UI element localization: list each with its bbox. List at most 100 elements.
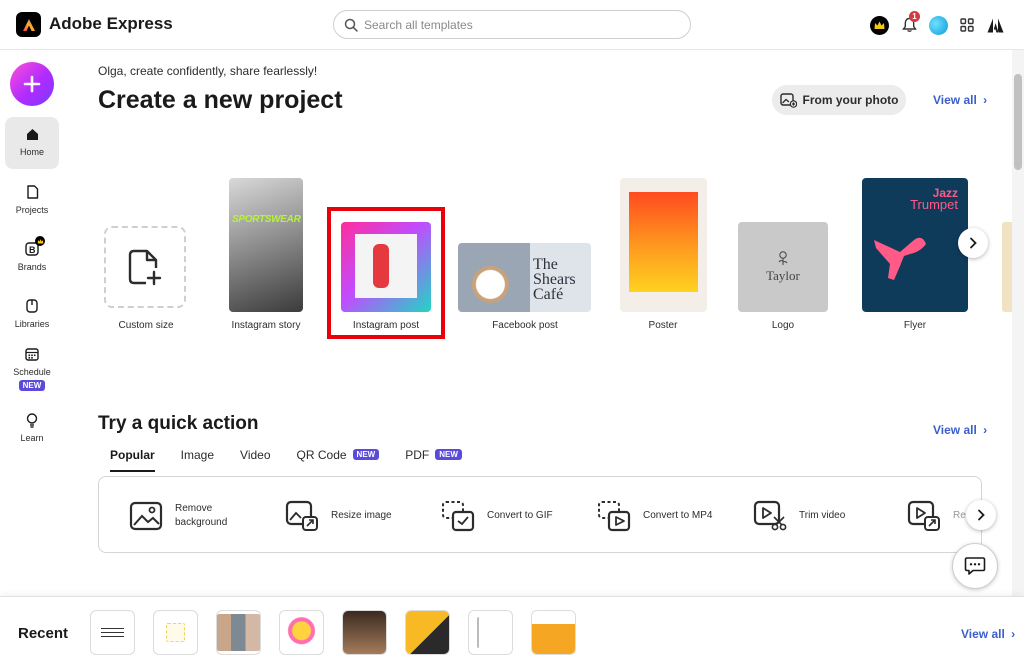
sidebar-item-home[interactable]: Home xyxy=(5,117,59,169)
notifications-bell-icon[interactable]: 1 xyxy=(899,11,920,35)
adobe-express-logo[interactable] xyxy=(16,12,41,37)
recent-item[interactable] xyxy=(342,610,387,655)
notification-count-badge: 1 xyxy=(909,11,920,22)
quick-action-resize-image[interactable]: Resize image xyxy=(285,477,392,552)
quick-action-convert-to-mp4[interactable]: Convert to MP4 xyxy=(597,477,713,552)
sidebar-item-label: Brands xyxy=(17,262,47,272)
greeting-text: Olga, create confidently, share fearless… xyxy=(98,64,318,78)
quick-action-label: Trim video xyxy=(799,510,846,521)
sidebar-item-brands[interactable]: B Brands xyxy=(5,232,59,272)
search-icon xyxy=(344,18,358,32)
recent-bar: Recent View all › xyxy=(0,596,1024,663)
brands-icon: B xyxy=(24,236,45,257)
template-logo[interactable]: Taylor xyxy=(738,222,828,312)
from-your-photo-button[interactable]: From your photo xyxy=(772,85,906,115)
view-all-quick-actions-link[interactable]: View all › xyxy=(933,423,987,437)
chat-help-button[interactable] xyxy=(952,543,998,589)
fb-thumb-text: The Shears Café xyxy=(533,256,576,303)
tab-video[interactable]: Video xyxy=(240,448,270,472)
quick-action-label: Convert to MP4 xyxy=(643,510,713,521)
chevron-right-icon xyxy=(970,237,977,249)
template-facebook-post[interactable]: The Shears Café xyxy=(458,243,591,312)
user-avatar[interactable] xyxy=(929,15,948,35)
templates-next-button[interactable] xyxy=(958,228,988,258)
search-bar[interactable] xyxy=(333,10,691,39)
quick-action-trim-video[interactable]: Trim video xyxy=(753,477,846,552)
top-icons: 1 xyxy=(870,11,1004,38)
logo-thumb-text: Taylor xyxy=(766,268,800,283)
template-label: Instagram post xyxy=(352,320,420,331)
poster-thumb-gradient xyxy=(629,192,698,292)
libraries-icon xyxy=(24,298,40,314)
quick-action-resize-video[interactable]: Re xyxy=(907,477,966,552)
sidebar-item-label: Learn xyxy=(20,433,44,443)
quick-action-remove-background[interactable]: Remove background xyxy=(129,477,228,552)
tab-label: QR Code xyxy=(296,448,347,462)
template-label: Poster xyxy=(648,320,678,331)
sidebar: Home Projects B Brands Libraries Schedul… xyxy=(0,50,64,595)
premium-crown-icon[interactable] xyxy=(870,15,889,35)
sidebar-item-learn[interactable]: Learn xyxy=(5,403,59,443)
plus-icon xyxy=(23,75,41,93)
recent-item[interactable] xyxy=(468,610,513,655)
view-all-label: View all xyxy=(933,93,977,107)
new-badge: NEW xyxy=(435,449,462,460)
sidebar-item-projects[interactable]: Projects xyxy=(5,175,59,215)
story-thumb-text: SPORTSWEAR xyxy=(232,214,301,225)
template-poster[interactable] xyxy=(620,178,707,312)
quick-action-label: Re xyxy=(953,510,966,521)
recent-item[interactable] xyxy=(90,610,135,655)
trim-video-icon xyxy=(753,499,787,533)
tab-label: Video xyxy=(240,448,271,462)
lightbulb-icon xyxy=(24,412,40,428)
tab-qr-code[interactable]: QR Code NEW xyxy=(297,448,380,472)
create-new-button[interactable] xyxy=(10,62,54,106)
view-all-recent-link[interactable]: View all › xyxy=(961,627,1015,641)
tab-pdf[interactable]: PDF NEW xyxy=(405,448,462,472)
recent-item[interactable] xyxy=(531,610,576,655)
recent-item[interactable] xyxy=(153,610,198,655)
from-your-photo-label: From your photo xyxy=(802,93,899,107)
sidebar-item-schedule[interactable]: Schedule NEW xyxy=(5,337,59,391)
adobe-icon[interactable] xyxy=(986,16,1004,34)
chevron-right-icon xyxy=(978,509,985,521)
view-all-label: View all xyxy=(933,423,977,437)
new-file-icon xyxy=(128,249,162,286)
svg-text:B: B xyxy=(29,245,36,255)
template-label: Instagram story xyxy=(231,320,301,331)
chevron-right-icon: › xyxy=(1011,627,1016,641)
template-instagram-story[interactable]: SPORTSWEAR xyxy=(229,178,303,312)
view-all-label: View all xyxy=(961,627,1005,641)
recent-item[interactable] xyxy=(279,610,324,655)
scrollbar-thumb[interactable] xyxy=(1014,74,1022,170)
recent-item[interactable] xyxy=(405,610,450,655)
view-all-templates-link[interactable]: View all › xyxy=(933,93,987,107)
app-title: Adobe Express xyxy=(49,14,173,33)
quick-action-convert-to-gif[interactable]: Convert to GIF xyxy=(441,477,553,552)
sidebar-item-label: Projects xyxy=(15,205,49,215)
chat-bubble-icon xyxy=(964,557,986,575)
search-input[interactable] xyxy=(364,17,664,32)
quick-action-label: Resize image xyxy=(331,510,392,521)
sidebar-item-libraries[interactable]: Libraries xyxy=(5,289,59,329)
recent-title: Recent xyxy=(18,625,69,642)
quick-actions-next-button[interactable] xyxy=(966,500,996,530)
tab-popular[interactable]: Popular xyxy=(110,448,155,472)
home-icon xyxy=(24,126,40,142)
tab-image[interactable]: Image xyxy=(181,448,214,472)
quick-action-label: Convert to GIF xyxy=(487,510,553,521)
template-flyer[interactable]: Jazz Trumpet xyxy=(862,178,968,312)
apps-grid-icon[interactable] xyxy=(958,16,976,34)
template-custom-size[interactable] xyxy=(104,226,186,308)
quick-action-label: background xyxy=(175,516,228,528)
resize-video-icon xyxy=(907,499,941,533)
calendar-icon xyxy=(24,346,40,362)
sidebar-item-label: Libraries xyxy=(14,319,50,329)
quick-action-label: Remove xyxy=(175,502,213,514)
sidebar-item-label: Schedule xyxy=(13,367,51,377)
top-bar: Adobe Express 1 xyxy=(0,0,1024,50)
page-scrollbar[interactable] xyxy=(1012,50,1024,596)
recent-item[interactable] xyxy=(216,610,261,655)
trumpet-icon xyxy=(874,237,926,280)
resize-image-icon xyxy=(285,499,319,533)
